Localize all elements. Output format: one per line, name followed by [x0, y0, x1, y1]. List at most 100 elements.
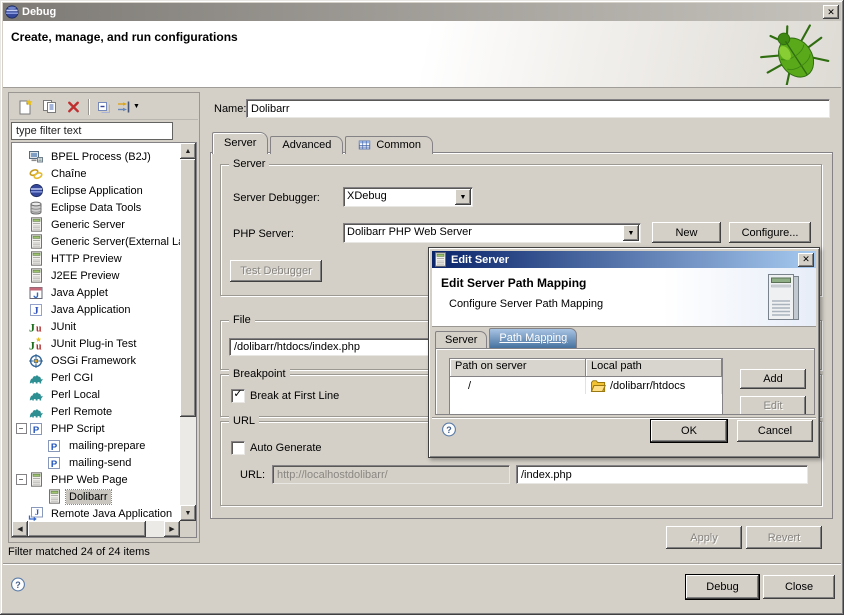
eclipse-icon: [5, 5, 19, 19]
tree-item-osgi-framework[interactable]: OSGi Framework: [12, 352, 196, 369]
arrow-left-icon: ◀: [17, 525, 22, 533]
tree-item-label: BPEL Process (B2J): [48, 150, 154, 164]
url-base-input[interactable]: [272, 465, 510, 484]
revert-button[interactable]: Revert: [746, 526, 822, 549]
url-path-input[interactable]: [516, 465, 808, 484]
configure-server-button[interactable]: Configure...: [729, 222, 811, 243]
window-title: Debug: [22, 6, 56, 18]
scroll-down-button[interactable]: ▼: [180, 505, 196, 521]
tree-item-label: HTTP Preview: [48, 252, 125, 266]
add-mapping-button[interactable]: Add: [740, 369, 806, 389]
dialog-tab-path-mapping[interactable]: Path Mapping: [489, 328, 577, 348]
url-group-legend: URL: [229, 415, 259, 427]
php-server-label: PHP Server:: [233, 228, 294, 240]
break-at-first-line-checkbox[interactable]: [231, 389, 245, 403]
window-titlebar[interactable]: Debug ✕: [3, 3, 841, 21]
tree-item-remote-java-application[interactable]: JRemote Java Application: [12, 505, 196, 522]
server-debugger-combo[interactable]: XDebug ▼: [343, 187, 473, 207]
dialog-help-button[interactable]: ?: [441, 421, 457, 437]
tree-item-bpel-process-b2j[interactable]: BPEL Process (B2J): [12, 148, 196, 165]
new-configuration-button[interactable]: [13, 96, 37, 118]
tab-common[interactable]: Common: [345, 136, 433, 154]
server-icon: [434, 253, 447, 267]
duplicate-icon: [41, 98, 58, 115]
server-debugger-dropdown-button[interactable]: ▼: [455, 189, 471, 205]
tab-label: Advanced: [282, 139, 331, 151]
tree-item-cha-ne[interactable]: Chaîne: [12, 165, 196, 182]
auto-generate-checkbox[interactable]: [231, 441, 245, 455]
tree-horizontal-scrollbar[interactable]: ◀ ▶: [12, 521, 180, 537]
tree-item-junit-plug-in-test[interactable]: JuJUnit Plug-in Test: [12, 335, 196, 352]
filter-button[interactable]: ▼: [116, 96, 140, 118]
name-input[interactable]: [246, 99, 830, 118]
test-debugger-button[interactable]: Test Debugger: [230, 260, 322, 282]
help-button[interactable]: ?: [10, 576, 26, 592]
tree-item-java-application[interactable]: JJava Application: [12, 301, 196, 318]
tree-expander-icon[interactable]: −: [16, 423, 27, 434]
tree-item-generic-server-external-la[interactable]: Generic Server(External La: [12, 233, 196, 250]
tree-item-label: PHP Web Page: [48, 473, 131, 487]
vertical-scroll-thumb[interactable]: [180, 159, 196, 417]
php-icon: P: [28, 421, 44, 437]
file-group-legend: File: [229, 314, 255, 326]
tab-server[interactable]: Server: [212, 132, 268, 154]
edit-mapping-button[interactable]: Edit: [740, 396, 806, 415]
scroll-up-button[interactable]: ▲: [180, 143, 196, 159]
tree-item-eclipse-application[interactable]: Eclipse Application: [12, 182, 196, 199]
tree-item-dolibarr[interactable]: Dolibarr: [12, 488, 196, 505]
auto-generate-label: Auto Generate: [250, 442, 322, 454]
tree-item-php-web-page[interactable]: − PHP Web Page: [12, 471, 196, 488]
scroll-left-button[interactable]: ◀: [12, 521, 28, 537]
collapse-all-icon: [96, 99, 112, 115]
delete-configuration-button[interactable]: [61, 96, 85, 118]
edit-server-title: Edit Server: [451, 254, 509, 266]
tree-guide: −: [14, 474, 28, 485]
horizontal-scroll-thumb[interactable]: [28, 521, 146, 537]
ok-button[interactable]: OK: [651, 420, 727, 442]
tree-expander-icon[interactable]: −: [16, 474, 27, 485]
column-header-local-path[interactable]: Local path: [586, 359, 722, 377]
column-header-path-on-server[interactable]: Path on server: [450, 359, 586, 377]
tree-vertical-scrollbar[interactable]: ▲ ▼: [180, 143, 196, 521]
edit-server-close-button[interactable]: ✕: [798, 253, 814, 267]
tree-item-mailing-prepare[interactable]: Pmailing-prepare: [12, 437, 196, 454]
table-row[interactable]: //dolibarr/htdocs: [450, 377, 722, 394]
configurations-panel: ▼ BPEL Process (B2J)ChaîneEclipse Applic…: [8, 92, 200, 543]
filter-input[interactable]: [11, 122, 173, 140]
path-mapping-content: Path on serverLocal path//dolibarr/htdoc…: [435, 348, 815, 415]
tree-item-eclipse-data-tools[interactable]: Eclipse Data Tools: [12, 199, 196, 216]
tree-toolbar: ▼: [10, 94, 198, 120]
tree-item-perl-remote[interactable]: Perl Remote: [12, 403, 196, 420]
tree-item-label: JUnit: [48, 320, 79, 334]
tree-item-perl-cgi[interactable]: Perl CGI: [12, 369, 196, 386]
url-label: URL:: [240, 469, 265, 481]
collapse-all-button[interactable]: [92, 96, 116, 118]
header-heading: Create, manage, and run configurations: [11, 30, 238, 44]
apply-button[interactable]: Apply: [666, 526, 742, 549]
close-button[interactable]: Close: [763, 575, 835, 599]
tree-item-j2ee-preview[interactable]: J2EE Preview: [12, 267, 196, 284]
edit-server-titlebar[interactable]: Edit Server ✕: [432, 251, 816, 268]
delete-icon: [66, 99, 81, 114]
tree-item-junit[interactable]: JuJUnit: [12, 318, 196, 335]
tree-item-perl-local[interactable]: Perl Local: [12, 386, 196, 403]
tree-item-label: Java Applet: [48, 286, 111, 300]
window-close-button[interactable]: ✕: [823, 5, 839, 19]
tree-item-generic-server[interactable]: Generic Server: [12, 216, 196, 233]
cancel-button[interactable]: Cancel: [737, 420, 813, 442]
config-tabs: Server Advanced Common: [212, 133, 435, 154]
tree-item-mailing-send[interactable]: Pmailing-send: [12, 454, 196, 471]
remote-java-icon: J: [28, 506, 44, 522]
dialog-tab-server[interactable]: Server: [435, 331, 487, 348]
php-server-dropdown-button[interactable]: ▼: [623, 225, 639, 241]
new-server-button[interactable]: New: [652, 222, 721, 243]
tab-advanced[interactable]: Advanced: [270, 136, 343, 154]
debug-button[interactable]: Debug: [686, 575, 759, 599]
tree-item-php-script[interactable]: −PPHP Script: [12, 420, 196, 437]
tree-item-http-preview[interactable]: HTTP Preview: [12, 250, 196, 267]
php-server-combo[interactable]: Dolibarr PHP Web Server ▼: [343, 223, 641, 243]
scroll-right-button[interactable]: ▶: [164, 521, 180, 537]
duplicate-configuration-button[interactable]: [37, 96, 61, 118]
tree-item-java-applet[interactable]: Java Applet: [12, 284, 196, 301]
server-debugger-value: XDebug: [347, 190, 454, 202]
